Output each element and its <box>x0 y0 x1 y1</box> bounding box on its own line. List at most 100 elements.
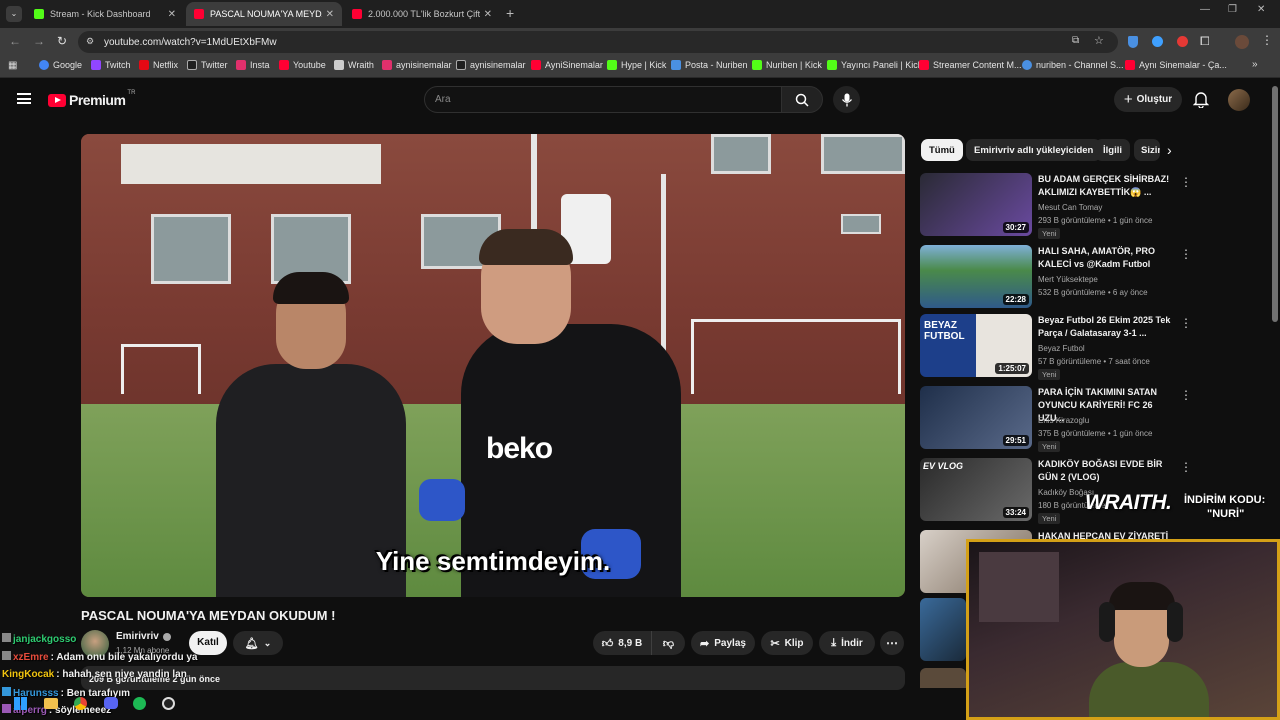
chip-related[interactable]: İlgili <box>1095 139 1130 161</box>
voice-search-button[interactable] <box>833 86 860 113</box>
bookmark-wraith[interactable]: Wraith <box>334 60 374 70</box>
maximize-button[interactable]: ❐ <box>1228 4 1237 15</box>
bookmark-youtube[interactable]: Youtube <box>279 60 326 70</box>
download-button[interactable]: ⤓ İndir <box>819 631 875 655</box>
description-box[interactable]: 209 B görüntüleme 2 gün önce <box>81 666 905 690</box>
share-button[interactable]: ➦ Paylaş <box>691 631 755 655</box>
video-thumbnail[interactable]: BEYAZ FUTBOL 1:25:07 <box>920 314 1032 377</box>
tab-youtube-bozkurt[interactable]: 2.000.000 TL'lik Bozkurt Çiftliğ ✕ <box>344 2 500 26</box>
chevron-right-icon[interactable]: › <box>1167 142 1172 158</box>
more-vertical-icon[interactable]: ⋮ <box>1180 247 1192 261</box>
search-input[interactable]: Ara <box>424 86 782 113</box>
extension-globe-icon[interactable] <box>1152 36 1163 47</box>
clip-button[interactable]: ✂ Klip <box>761 631 813 655</box>
recommended-video[interactable]: 22:28 HALI SAHA, AMATÖR, PRO KALECİ vs @… <box>920 245 1192 313</box>
dislike-button[interactable]: 👎︎ <box>651 631 685 655</box>
file-explorer-icon[interactable] <box>44 698 58 709</box>
new-tab-button[interactable]: + <box>506 5 514 21</box>
youtube-icon <box>194 9 204 19</box>
bookmark-ayni-sinemalar[interactable]: Aynı Sinemalar - Ça... <box>1125 60 1227 70</box>
more-vertical-icon[interactable]: ⋮ <box>1180 175 1192 189</box>
reload-icon[interactable]: ↻ <box>57 34 67 48</box>
url-text: youtube.com/watch?v=1MdUEtXbFMw <box>104 36 277 48</box>
account-avatar[interactable] <box>1228 89 1250 111</box>
recommended-video[interactable]: 30:27 BU ADAM GERÇEK SİHİRBAZ! AKLIMIZI … <box>920 173 1192 241</box>
page-scrollbar[interactable] <box>1272 86 1278 322</box>
apps-grid-icon[interactable]: ▦ <box>8 60 17 71</box>
chip-all[interactable]: Tümü <box>921 139 963 161</box>
tab-label: Stream - Kick Dashboard <box>50 9 151 19</box>
close-icon[interactable]: ✕ <box>484 9 492 20</box>
menu-icon[interactable] <box>17 93 31 104</box>
notification-bell-button[interactable]: 🔔︎ ⌄ <box>233 631 283 655</box>
channel-name[interactable]: Emirivriv <box>116 631 171 642</box>
obs-icon[interactable] <box>162 697 175 710</box>
channel-name: Mert Yüksektepe <box>1038 275 1098 284</box>
more-actions-button[interactable]: ⋯ <box>880 631 904 655</box>
recommended-video[interactable]: 29:51 PARA İÇİN TAKIMINI SATAN OYUNCU KA… <box>920 386 1192 454</box>
bookmark-google[interactable]: Google <box>39 60 82 70</box>
chip-for-you[interactable]: Sizin için <box>1134 139 1160 161</box>
bookmark-twitter[interactable]: Twitter <box>187 60 228 70</box>
spotify-icon[interactable] <box>133 697 146 710</box>
tab-youtube-video[interactable]: PASCAL NOUMA'YA MEYDAN O ✕ <box>186 2 342 26</box>
video-thumbnail[interactable]: 22:28 <box>920 245 1032 308</box>
close-icon[interactable]: ✕ <box>168 9 176 20</box>
bookmark-aynisinemalar-x[interactable]: aynisinemalar <box>456 60 526 70</box>
window-close-button[interactable]: ✕ <box>1257 4 1265 15</box>
extension-record-icon[interactable] <box>1177 36 1188 47</box>
chrome-icon[interactable] <box>74 697 87 710</box>
more-vertical-icon[interactable]: ⋮ <box>1180 316 1192 330</box>
bookmark-twitch[interactable]: Twitch <box>91 60 131 70</box>
bookmark-posta[interactable]: Posta - Nuriben <box>671 60 748 70</box>
bookmark-yayinci-paneli[interactable]: Yayıncı Paneli | Kick <box>827 60 922 70</box>
x-icon <box>187 60 197 70</box>
windows-start-icon[interactable] <box>14 697 27 710</box>
tab-list-dropdown-icon[interactable]: ⌄ <box>6 6 22 22</box>
more-vertical-icon[interactable]: ⋮ <box>1180 460 1192 474</box>
like-button[interactable]: 👍︎ 8,9 B <box>593 631 651 655</box>
browser-menu-icon[interactable]: ⋮ <box>1261 33 1273 47</box>
bookmark-nuriben-channel[interactable]: nuriben - Channel S... <box>1022 60 1124 70</box>
video-thumbnail[interactable]: 30:27 <box>920 173 1032 236</box>
discord-icon[interactable] <box>104 697 118 709</box>
thumbs-down-icon: 👎︎ <box>662 637 675 650</box>
bookmark-insta[interactable]: Insta <box>236 60 270 70</box>
video-player[interactable]: beko Yine semtimdeyim. <box>81 134 905 597</box>
youtube-icon <box>352 9 362 19</box>
recommended-video[interactable]: BEYAZ FUTBOL 1:25:07 Beyaz Futbol 26 Ekim… <box>920 314 1192 382</box>
more-vertical-icon[interactable]: ⋮ <box>1180 388 1192 402</box>
chat-message: janjackgosso <box>2 633 78 645</box>
install-icon[interactable]: ⧉ <box>1072 35 1079 46</box>
download-icon: ⤓ <box>831 636 837 649</box>
back-icon[interactable]: ← <box>9 34 21 48</box>
video-thumbnail[interactable] <box>920 598 966 661</box>
youtube-logo[interactable]: Premium TR <box>48 90 135 108</box>
search-button[interactable] <box>781 86 823 113</box>
bookmark-streamer-content[interactable]: Streamer Content M... <box>919 60 1022 70</box>
bookmark-nuriben-kick[interactable]: Nuriben | Kick <box>752 60 822 70</box>
bookmarks-overflow-icon[interactable]: » <box>1252 59 1258 70</box>
video-meta: 532 B görüntüleme • 6 ay önce <box>1038 288 1148 297</box>
site-info-icon[interactable]: ⚙ <box>86 36 94 47</box>
profile-avatar[interactable] <box>1235 35 1249 49</box>
bookmark-star-icon[interactable]: ☆ <box>1094 34 1104 47</box>
create-button[interactable]: + Oluştur <box>1114 87 1182 112</box>
forward-icon[interactable]: → <box>33 34 45 48</box>
bookmark-aynisinemalar-insta[interactable]: aynisinemalar <box>382 60 452 70</box>
bookmark-aynisinemalar-yt[interactable]: AyniSinemalar <box>531 60 603 70</box>
close-icon[interactable]: ✕ <box>326 9 334 20</box>
video-thumbnail[interactable]: 29:51 <box>920 386 1032 449</box>
notifications-bell-icon[interactable] <box>1193 91 1209 108</box>
extension-shield-icon[interactable] <box>1128 36 1138 48</box>
extensions-icon[interactable]: ⧠ <box>1200 34 1210 49</box>
video-thumbnail[interactable] <box>920 668 966 688</box>
url-field[interactable]: ⚙ youtube.com/watch?v=1MdUEtXbFMw ⧉ ☆ <box>78 31 1118 53</box>
bookmark-hype-kick[interactable]: Hype | Kick <box>607 60 666 70</box>
chip-from-uploader[interactable]: Emirivriv adlı yükleyiciden <box>966 139 1102 161</box>
video-title: PASCAL NOUMA'YA MEYDAN OKUDUM ! <box>81 608 336 623</box>
video-thumbnail[interactable]: EV VLOG 33:24 <box>920 458 1032 521</box>
tab-kick-dashboard[interactable]: Stream - Kick Dashboard ✕ <box>26 2 184 26</box>
minimize-button[interactable]: — <box>1200 4 1210 15</box>
bookmark-netflix[interactable]: Netflix <box>139 60 178 70</box>
